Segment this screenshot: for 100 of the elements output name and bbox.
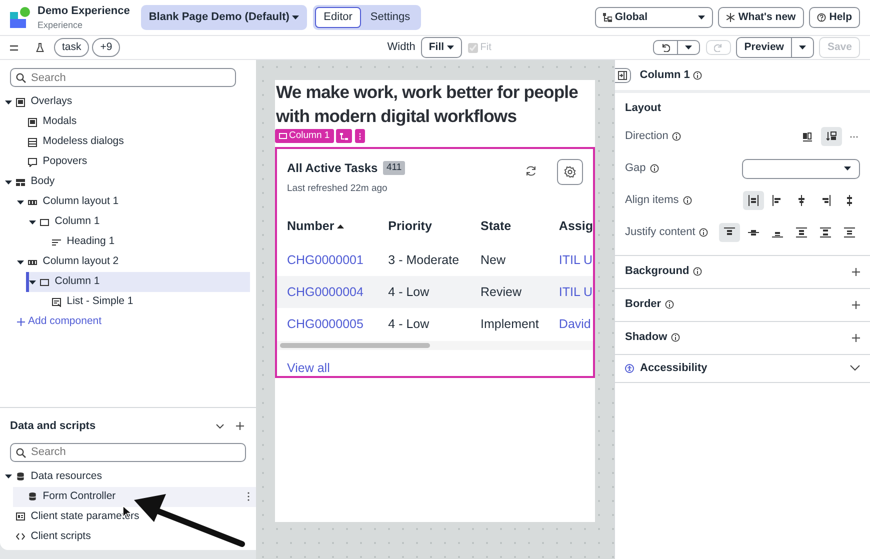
table-link-cell[interactable]: CHG0000005 <box>277 308 378 340</box>
width-label: Width <box>387 40 416 56</box>
width-select[interactable]: Fill <box>420 36 462 58</box>
undo-menu-button[interactable] <box>678 40 700 55</box>
plus-icon <box>17 318 25 326</box>
database-icon <box>28 492 37 501</box>
caret-icon <box>5 180 12 184</box>
search-icon <box>16 448 26 458</box>
view-all-link[interactable]: View all <box>287 359 330 376</box>
table-link-cell[interactable]: ITIL U <box>548 244 593 276</box>
list-icon <box>52 298 61 306</box>
table-link-cell[interactable]: CHG0000004 <box>277 276 378 308</box>
section-header[interactable]: Border <box>615 288 870 322</box>
tree-item[interactable]: List - Simple 1 <box>0 292 256 312</box>
tree-item[interactable]: Popovers <box>0 152 256 172</box>
info-icon <box>692 70 702 80</box>
panel-collapse-icon <box>618 70 627 80</box>
info-icon <box>665 300 674 309</box>
more-icon <box>359 132 362 140</box>
tree-item[interactable]: Modals <box>0 112 256 132</box>
tree-item[interactable]: Data resources <box>0 466 256 486</box>
gap-select[interactable] <box>742 158 860 178</box>
table-cell: 3 - Moderate <box>378 244 470 276</box>
app-name: Demo Experience <box>38 4 130 18</box>
speech-bubble-icon <box>28 158 37 166</box>
menu-icon[interactable] <box>10 44 18 50</box>
search-field[interactable]: Search <box>10 68 236 87</box>
chevron-icon[interactable] <box>216 424 224 429</box>
help-icon <box>817 13 826 22</box>
table-link-cell[interactable]: David <box>548 308 593 340</box>
help-button[interactable]: Help <box>809 6 860 28</box>
end-align-icon <box>820 195 831 206</box>
preview-menu-button[interactable] <box>792 36 814 58</box>
toggle-option[interactable] <box>719 223 740 242</box>
text-lines-icon <box>52 238 61 246</box>
table-cell: 4 - Low <box>378 308 470 340</box>
section-header[interactable]: Accessibility <box>615 354 870 382</box>
tree-item[interactable]: Column layout 2 <box>0 252 256 272</box>
caret-icon <box>798 45 806 50</box>
tree-item[interactable]: Modeless dialogs <box>0 132 256 152</box>
tree-item[interactable]: Add component <box>0 312 256 332</box>
toggle-option[interactable] <box>743 191 764 210</box>
tree-item[interactable]: Column layout 1 <box>0 192 256 212</box>
section-title: Layout <box>624 101 662 116</box>
tree-item[interactable]: Form Controller <box>13 486 256 506</box>
refresh-icon[interactable] <box>525 165 537 177</box>
more-button[interactable] <box>355 129 366 143</box>
redo-icon <box>714 43 723 52</box>
column-header[interactable]: State <box>470 208 549 244</box>
tree-item[interactable]: Column 1 <box>0 212 256 232</box>
page-heading: We make work, work better for people with modern digital workflows <box>275 81 580 128</box>
column-header[interactable]: Priority <box>378 208 470 244</box>
filter-tag[interactable]: task <box>54 38 90 58</box>
settings-button[interactable] <box>557 159 583 185</box>
id-card-icon <box>16 512 25 521</box>
toggle-option[interactable] <box>821 127 842 146</box>
tree-item[interactable]: Overlays <box>0 92 256 112</box>
caret-icon <box>685 45 692 50</box>
table-link-cell[interactable]: CHG0000001 <box>277 244 378 276</box>
column-header[interactable]: Number <box>277 208 378 244</box>
property-label: Align items <box>625 193 679 208</box>
collapse-panel-button[interactable] <box>615 68 631 82</box>
column-header[interactable]: Assig <box>548 208 593 244</box>
plus-icon[interactable] <box>236 422 244 430</box>
property-label: Direction <box>625 129 668 144</box>
table-cell: New <box>470 244 549 276</box>
table-cell: Implement <box>470 308 549 340</box>
app-subtitle: Experience <box>38 19 84 32</box>
flask-icon[interactable] <box>36 43 44 52</box>
filter-tag[interactable]: +9 <box>92 38 120 58</box>
caret-icon <box>844 166 851 171</box>
tree-item[interactable]: Body <box>0 172 256 192</box>
search-field[interactable]: Search <box>10 442 246 462</box>
info-icon <box>671 333 680 342</box>
rectangle-icon <box>279 133 287 139</box>
more-icon[interactable] <box>247 492 250 501</box>
between-align-icon <box>796 227 807 238</box>
evenly-align-icon <box>844 227 855 238</box>
whats-new-button[interactable]: What's new <box>718 6 804 28</box>
hierarchy-button[interactable] <box>336 129 352 143</box>
count-badge: 411 <box>383 160 405 176</box>
tree-item[interactable]: Client scripts <box>0 526 256 546</box>
preview-button[interactable]: Preview <box>736 36 792 58</box>
component-chip[interactable]: Column 1 <box>275 129 334 143</box>
page-selector[interactable]: Blank Page Demo (Default) <box>140 5 308 30</box>
tree-item[interactable]: Client state parameters <box>0 506 256 526</box>
mode-tab[interactable]: Settings <box>361 7 420 28</box>
info-icon <box>682 196 692 205</box>
stretch-align-icon <box>748 195 759 206</box>
table-cell: Review <box>470 276 549 308</box>
undo-button[interactable] <box>653 40 678 55</box>
center-align-icon <box>796 195 807 206</box>
table-link-cell[interactable]: ITIL U <box>548 276 593 308</box>
tree-item[interactable]: Heading 1 <box>0 232 256 252</box>
mode-tab[interactable]: Editor <box>314 7 362 28</box>
property-label: Justify content <box>625 225 696 240</box>
scope-selector[interactable]: Global <box>594 6 713 28</box>
tree-item[interactable]: Column 1 <box>26 272 250 292</box>
section-header[interactable]: Background <box>615 256 870 288</box>
plus-icon <box>852 334 860 342</box>
